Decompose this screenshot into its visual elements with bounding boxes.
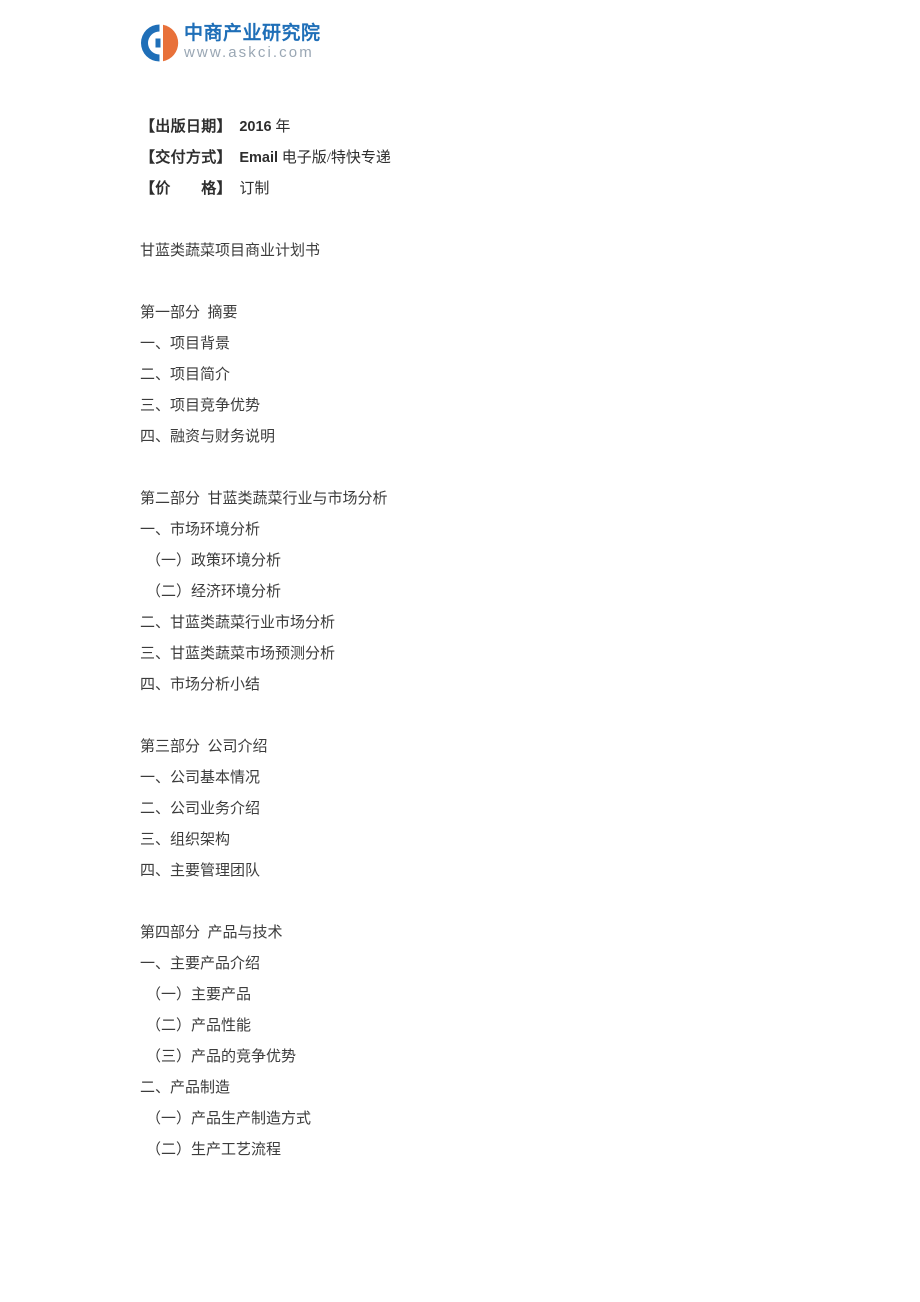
- toc-item: （一）产品生产制造方式: [146, 1111, 312, 1127]
- section-heading: 第一部分 摘要: [140, 305, 238, 321]
- toc-item: 三、组织架构: [140, 832, 231, 848]
- meta-row-delivery-method: 【交付方式】 Email 电子版/特快专递: [140, 143, 840, 174]
- toc-item: 一、项目背景: [140, 336, 231, 352]
- meta-value-latin: Email: [239, 150, 278, 166]
- section-heading: 第四部分 产品与技术: [140, 925, 283, 941]
- toc-item: 一、主要产品介绍: [140, 956, 261, 972]
- toc-item: 一、公司基本情况: [140, 770, 261, 786]
- meta-row-price: 【价 格】 订制: [140, 174, 840, 205]
- meta-value-cn: 年: [271, 119, 291, 135]
- toc-item: 四、融资与财务说明: [140, 429, 276, 445]
- toc-item: 一、市场环境分析: [140, 522, 261, 538]
- meta-label: 【价 格】: [140, 181, 232, 197]
- toc-item: （二）生产工艺流程: [146, 1142, 282, 1158]
- meta-label: 【交付方式】: [140, 150, 232, 166]
- meta-value: 2016 年: [232, 119, 291, 135]
- document-title: 甘蓝类蔬菜项目商业计划书: [140, 243, 321, 259]
- site-logo: 中商产业研究院 www.askci.com: [140, 16, 400, 72]
- meta-value-latin: 2016: [239, 119, 272, 135]
- meta-value-cn: 订制: [239, 181, 270, 197]
- section-heading: 第二部分 甘蓝类蔬菜行业与市场分析: [140, 491, 388, 507]
- meta-row-publish-date: 【出版日期】 2016 年: [140, 112, 840, 143]
- logo-company-name: 中商产业研究院: [184, 22, 321, 44]
- toc-item: 四、主要管理团队: [140, 863, 261, 879]
- section-heading: 第三部分 公司介绍: [140, 739, 268, 755]
- toc-item: （一）政策环境分析: [146, 553, 282, 569]
- toc-item: 三、甘蓝类蔬菜市场预测分析: [140, 646, 336, 662]
- askci-circular-logo-icon: [140, 22, 180, 64]
- toc-item: 二、公司业务介绍: [140, 801, 261, 817]
- toc-item: （二）产品性能: [146, 1018, 252, 1034]
- toc-item: 二、产品制造: [140, 1080, 231, 1096]
- meta-value: Email 电子版/特快专递: [232, 150, 391, 166]
- toc-item: （三）产品的竞争优势: [146, 1049, 297, 1065]
- meta-value: 订制: [232, 181, 270, 197]
- document-body: 【出版日期】 2016 年 【交付方式】 Email 电子版/特快专递 【价 格…: [140, 112, 840, 1166]
- logo-wordmark: 中商产业研究院 www.askci.com: [184, 22, 394, 62]
- meta-value-cn: 电子版/特快专递: [278, 150, 391, 166]
- toc-item: 三、项目竞争优势: [140, 398, 261, 414]
- meta-label: 【出版日期】: [140, 119, 232, 135]
- toc-item: 四、市场分析小结: [140, 677, 261, 693]
- toc-item: （二）经济环境分析: [146, 584, 282, 600]
- logo-website-url: www.askci.com: [184, 44, 314, 61]
- toc-item: 二、项目简介: [140, 367, 231, 383]
- toc-item: （一）主要产品: [146, 987, 252, 1003]
- toc-item: 二、甘蓝类蔬菜行业市场分析: [140, 615, 336, 631]
